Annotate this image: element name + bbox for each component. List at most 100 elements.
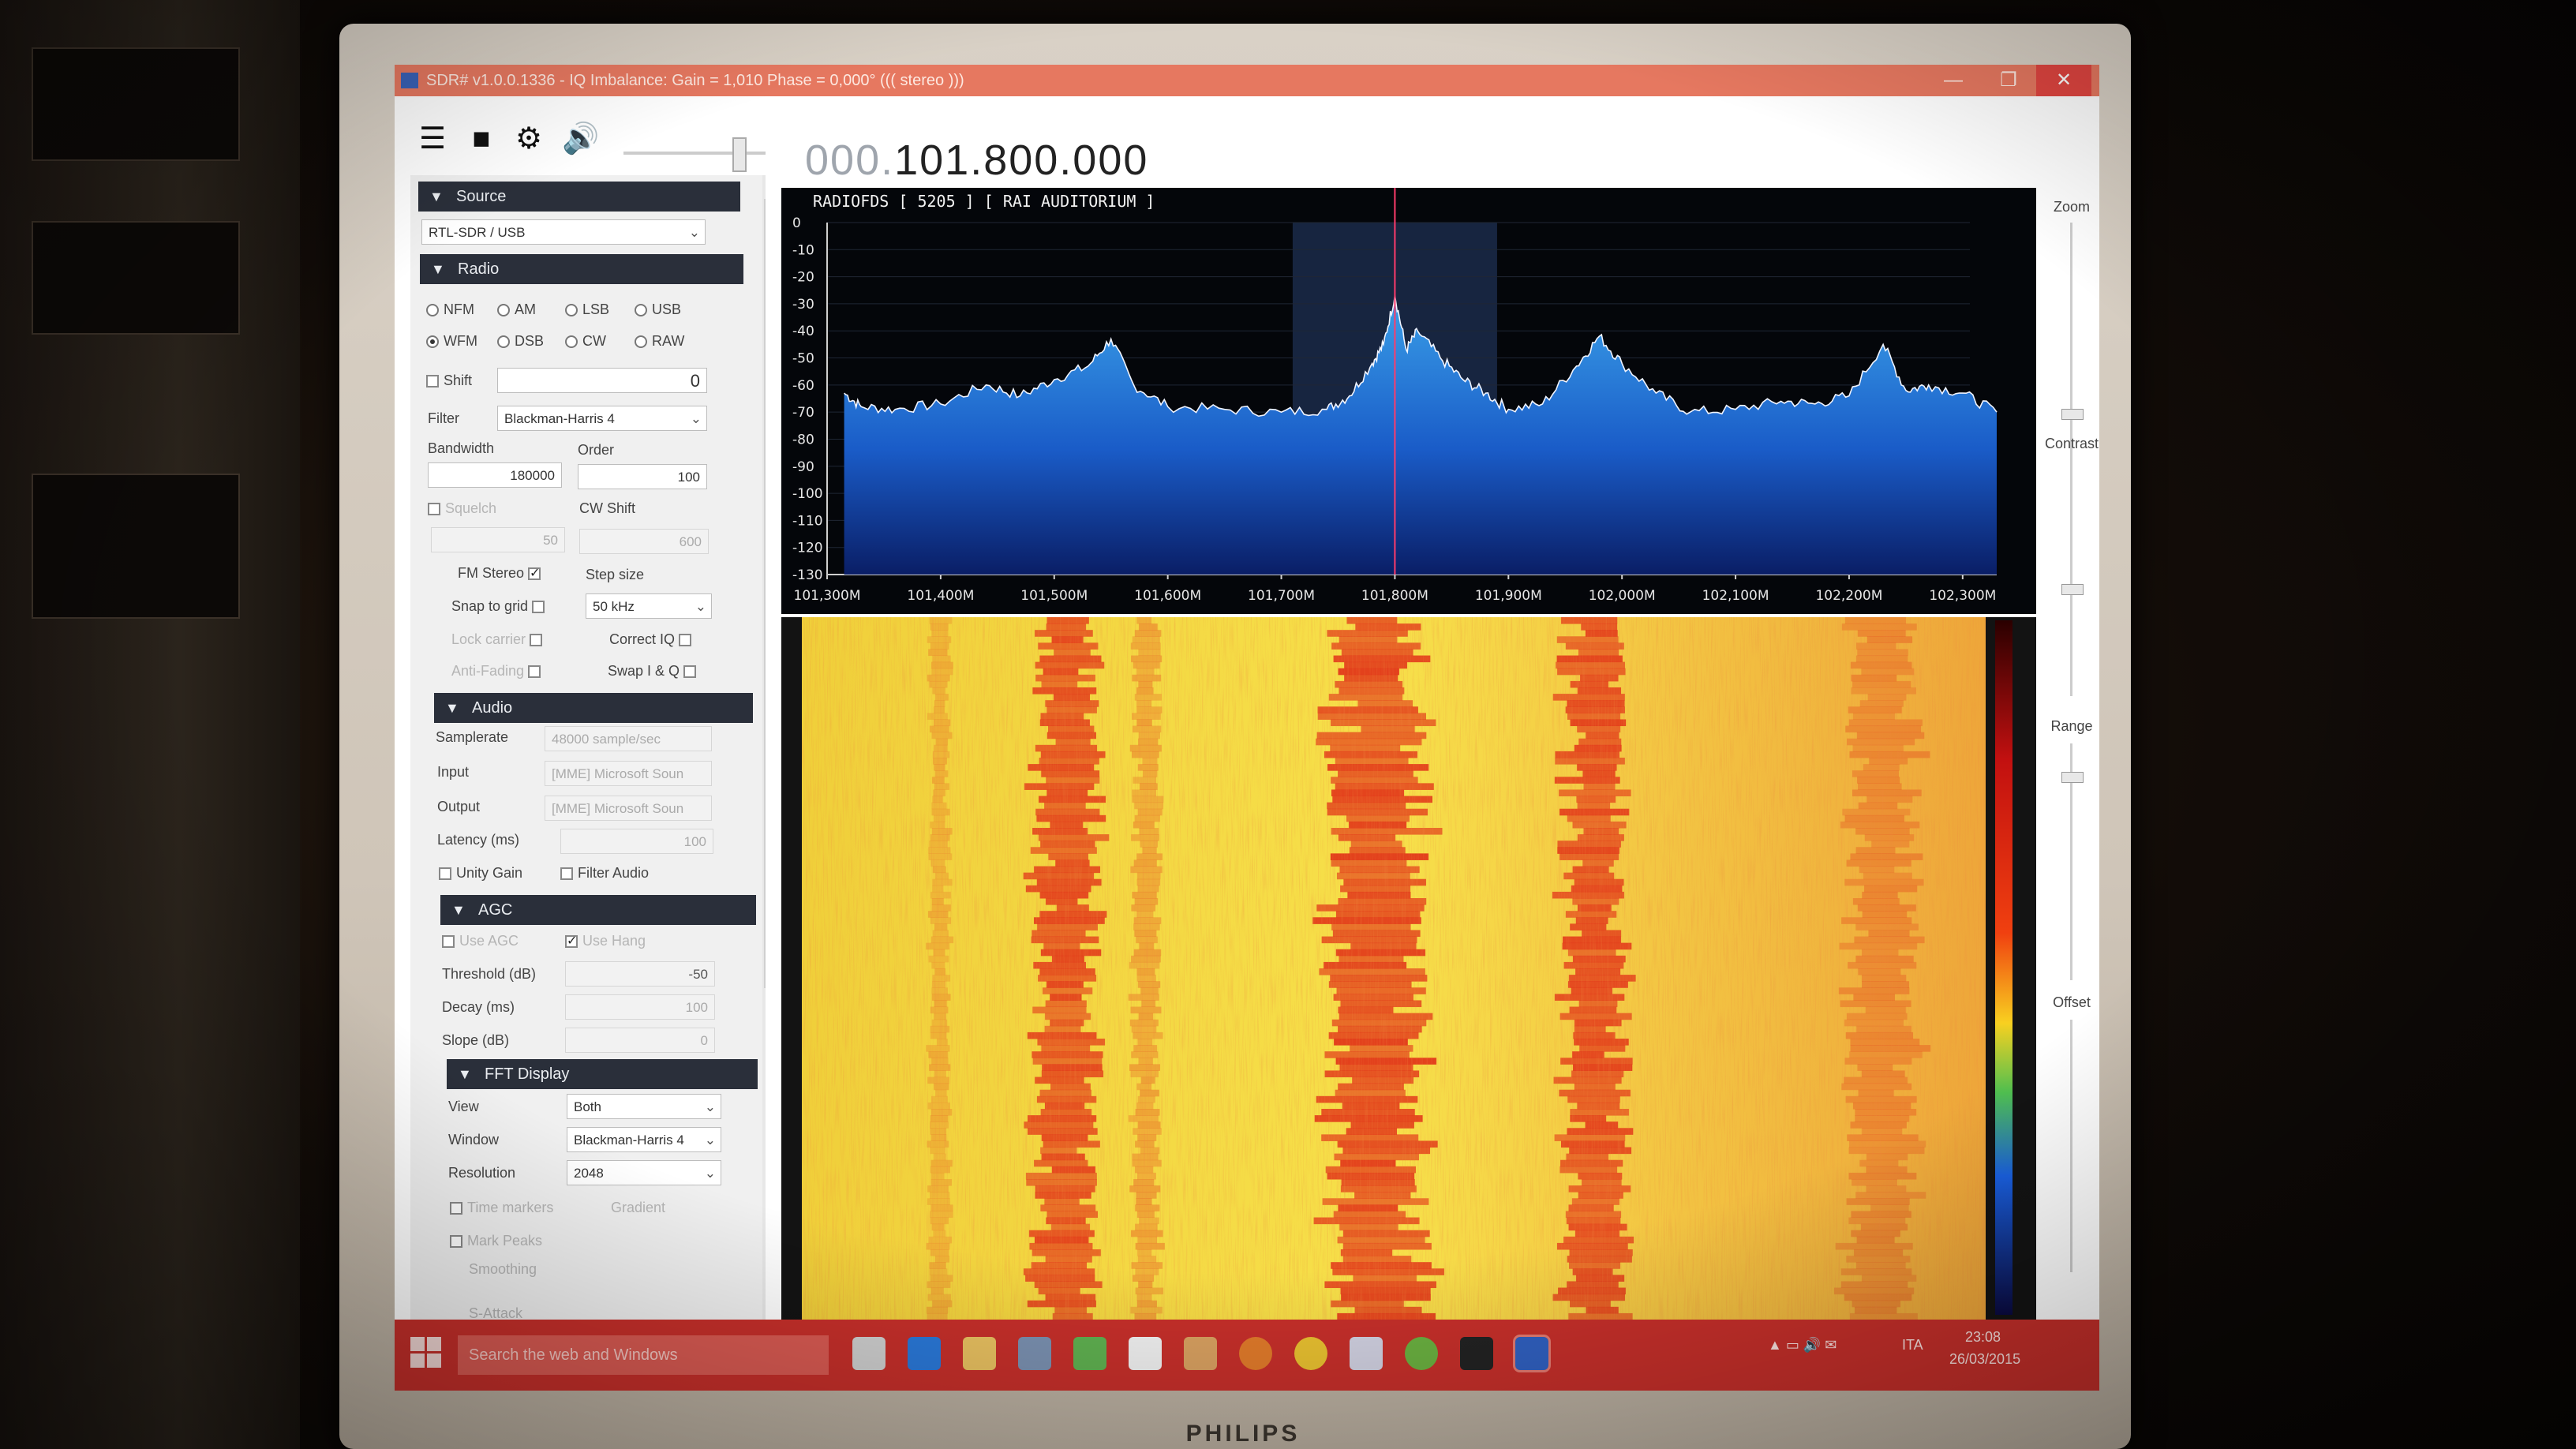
spectrum-display[interactable]: RADIOFDS [ 5205 ] [ RAI AUDITORIUM ] 0 -1… (781, 188, 2036, 614)
maximize-button[interactable]: ❐ (1981, 65, 2036, 96)
timemarkers-checkbox[interactable]: Time markers (450, 1200, 553, 1216)
waterfall-display[interactable] (781, 617, 2036, 1320)
mode-nfm[interactable]: NFM (426, 301, 474, 318)
correctiq-checkbox[interactable]: Correct IQ (609, 631, 696, 648)
tray-language[interactable]: ITA (1902, 1337, 1923, 1354)
settings-scrollbar[interactable] (762, 175, 766, 1375)
slope-input[interactable]: 0 (565, 1028, 715, 1053)
fft-header[interactable]: ▼ FFT Display (447, 1059, 758, 1089)
resolution-select[interactable]: 2048 ⌄ (567, 1160, 721, 1185)
windows-start-button[interactable] (410, 1337, 442, 1368)
antifading-checkbox[interactable]: Anti-Fading (451, 663, 545, 680)
y-tick-label: -70 (792, 405, 814, 421)
mode-wfm[interactable]: WFM (426, 333, 477, 350)
app-icon-device[interactable] (1350, 1337, 1383, 1370)
task-view-icon[interactable] (852, 1337, 886, 1370)
shift-input[interactable]: 0 (497, 368, 707, 393)
squelch-checkbox[interactable]: Squelch (428, 500, 496, 517)
scrollbar-thumb[interactable] (764, 199, 766, 988)
frequency-display[interactable]: 000.101.800.000 (805, 136, 1148, 185)
view-select[interactable]: Both ⌄ (567, 1094, 721, 1119)
gradient-button[interactable]: Gradient (611, 1200, 665, 1216)
volume-slider-thumb[interactable] (732, 137, 747, 172)
output-select[interactable]: [MME] Microsoft Soun (545, 796, 712, 821)
chevron-down-icon: ⌄ (695, 599, 706, 614)
mode-raw[interactable]: RAW (635, 333, 684, 350)
markpeaks-label: Mark Peaks (467, 1233, 543, 1249)
spotify-icon[interactable] (1405, 1337, 1438, 1370)
background-shelf (0, 0, 300, 1449)
mode-usb[interactable]: USB (635, 301, 681, 318)
order-input[interactable]: 100 (578, 464, 707, 489)
shift-checkbox[interactable]: Shift (426, 373, 472, 389)
firefox-icon[interactable] (1239, 1337, 1272, 1370)
agc-header[interactable]: ▼ AGC (440, 895, 756, 925)
markpeaks-checkbox[interactable]: Mark Peaks (450, 1233, 542, 1249)
tray-icons[interactable]: ▲ ▭ 🔊 ✉ (1768, 1337, 1837, 1354)
checkbox-icon (426, 375, 439, 388)
tray-time[interactable]: 23:08 (1965, 1329, 2001, 1346)
tray-date[interactable]: 26/03/2015 (1949, 1351, 2020, 1368)
close-button[interactable]: ✕ (2036, 65, 2091, 96)
gear-icon[interactable]: ⚙ (513, 123, 545, 155)
offset-slider-track[interactable] (2070, 1020, 2072, 1272)
mode-cw[interactable]: CW (565, 333, 606, 350)
zoom-slider-track[interactable] (2070, 223, 2072, 459)
app-icon-dark[interactable] (1460, 1337, 1493, 1370)
source-header[interactable]: ▼ Source (418, 182, 740, 212)
stop-icon[interactable]: ■ (466, 123, 497, 155)
source-device-select[interactable]: RTL-SDR / USB ⌄ (421, 219, 706, 245)
minimize-button[interactable]: — (1926, 65, 1981, 96)
agc-header-label: AGC (478, 901, 513, 919)
swapiq-checkbox[interactable]: Swap I & Q (608, 663, 701, 680)
mode-am[interactable]: AM (497, 301, 536, 318)
contrast-slider-track[interactable] (2070, 459, 2072, 696)
store-icon[interactable] (1018, 1337, 1051, 1370)
app-icon-tools[interactable] (1184, 1337, 1217, 1370)
chrome-icon[interactable] (1294, 1337, 1327, 1370)
audio-header[interactable]: ▼ Audio (434, 693, 753, 723)
contrast-slider-thumb[interactable] (2061, 584, 2084, 595)
edge-browser-icon[interactable] (908, 1337, 941, 1370)
mode-dsb[interactable]: DSB (497, 333, 544, 350)
snaptogrid-checkbox[interactable]: Snap to grid (451, 598, 549, 615)
bandwidth-input[interactable]: 180000 (428, 462, 562, 488)
sdrsharp-taskbar-icon[interactable] (1513, 1335, 1551, 1372)
filter-select[interactable]: Blackman-Harris 4 ⌄ (497, 406, 707, 431)
squelch-input[interactable]: 50 (431, 527, 565, 552)
decay-input[interactable]: 100 (565, 994, 715, 1020)
mode-label: AM (515, 301, 536, 317)
range-slider-thumb[interactable] (2061, 772, 2084, 783)
app-icon-green[interactable] (1073, 1337, 1106, 1370)
chevron-down-icon: ⌄ (704, 1166, 716, 1181)
zoom-slider-thumb[interactable] (2061, 409, 2084, 420)
toolbar: ☰ ■ ⚙ 🔊 000.101.800.000 (395, 96, 2099, 184)
fmstereo-checkbox[interactable]: FM Stereo (458, 565, 545, 582)
samplerate-select[interactable]: 48000 sample/sec (545, 726, 712, 751)
radio-header[interactable]: ▼ Radio (420, 254, 743, 284)
input-select[interactable]: [MME] Microsoft Soun (545, 761, 712, 786)
speaker-icon[interactable]: 🔊 (562, 123, 599, 155)
useagc-checkbox[interactable]: Use AGC (442, 933, 519, 949)
filteraudio-checkbox[interactable]: Filter Audio (560, 865, 649, 882)
unitygain-label: Unity Gain (456, 865, 523, 881)
y-tick-label: -30 (792, 297, 814, 313)
menu-icon[interactable]: ☰ (417, 123, 448, 155)
taskbar-search-input[interactable]: Search the web and Windows (458, 1335, 829, 1375)
checkbox-icon (679, 634, 692, 646)
latency-input[interactable]: 100 (560, 829, 713, 854)
file-explorer-icon[interactable] (963, 1337, 996, 1370)
document-icon[interactable] (1129, 1337, 1162, 1370)
window-select[interactable]: Blackman-Harris 4 ⌄ (567, 1127, 721, 1152)
usehang-checkbox[interactable]: Use Hang (565, 933, 646, 949)
cwshift-input[interactable]: 600 (579, 529, 709, 554)
collapse-icon: ▼ (445, 700, 459, 716)
stepsize-select[interactable]: 50 kHz ⌄ (586, 593, 712, 619)
unitygain-checkbox[interactable]: Unity Gain (439, 865, 522, 882)
view-label: View (448, 1099, 479, 1114)
sdr-window: SDR# v1.0.0.1336 - IQ Imbalance: Gain = … (395, 65, 2099, 1391)
threshold-input[interactable]: -50 (565, 961, 715, 987)
lockcarrier-checkbox[interactable]: Lock carrier (451, 631, 547, 648)
mode-lsb[interactable]: LSB (565, 301, 609, 318)
title-bar[interactable]: SDR# v1.0.0.1336 - IQ Imbalance: Gain = … (395, 65, 2099, 96)
